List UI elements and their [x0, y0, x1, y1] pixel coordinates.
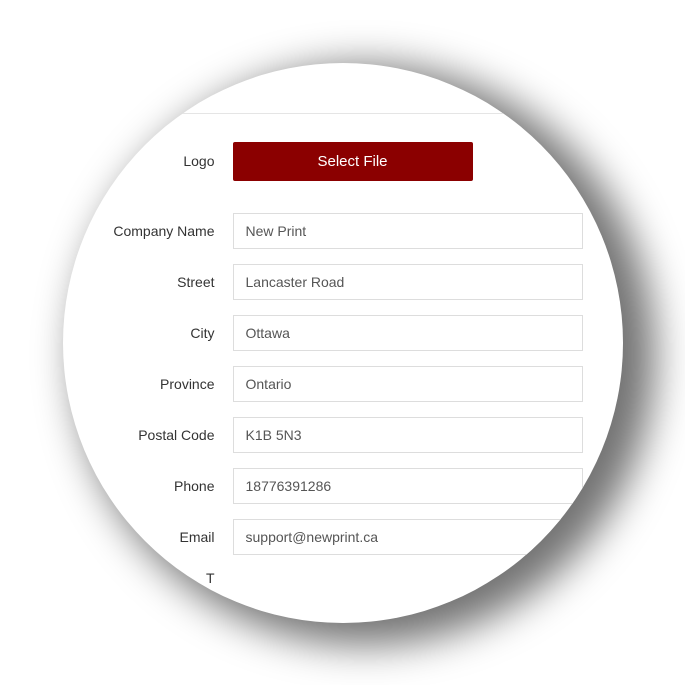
- row-company-name: Company Name: [103, 213, 583, 249]
- label-logo: Logo: [103, 153, 233, 169]
- label-province: Province: [103, 376, 233, 392]
- row-postal-code: Postal Code: [103, 417, 583, 453]
- label-email: Email: [103, 529, 233, 545]
- row-email: Email: [103, 519, 583, 555]
- row-street: Street: [103, 264, 583, 300]
- form-circle: Logo Select File Company Name Street Cit…: [63, 63, 623, 623]
- select-file-button[interactable]: Select File: [233, 142, 473, 181]
- row-logo: Logo Select File: [103, 142, 583, 181]
- row-province: Province: [103, 366, 583, 402]
- street-input[interactable]: [233, 264, 583, 300]
- company-name-input[interactable]: [233, 213, 583, 249]
- province-input[interactable]: [233, 366, 583, 402]
- label-partial: T: [103, 570, 233, 586]
- divider: [63, 113, 623, 114]
- email-input[interactable]: [233, 519, 583, 555]
- city-input[interactable]: [233, 315, 583, 351]
- label-postal-code: Postal Code: [103, 427, 233, 443]
- postal-code-input[interactable]: [233, 417, 583, 453]
- phone-input[interactable]: [233, 468, 583, 504]
- row-phone: Phone: [103, 468, 583, 504]
- label-city: City: [103, 325, 233, 341]
- row-city: City: [103, 315, 583, 351]
- label-phone: Phone: [103, 478, 233, 494]
- label-company-name: Company Name: [103, 223, 233, 239]
- label-street: Street: [103, 274, 233, 290]
